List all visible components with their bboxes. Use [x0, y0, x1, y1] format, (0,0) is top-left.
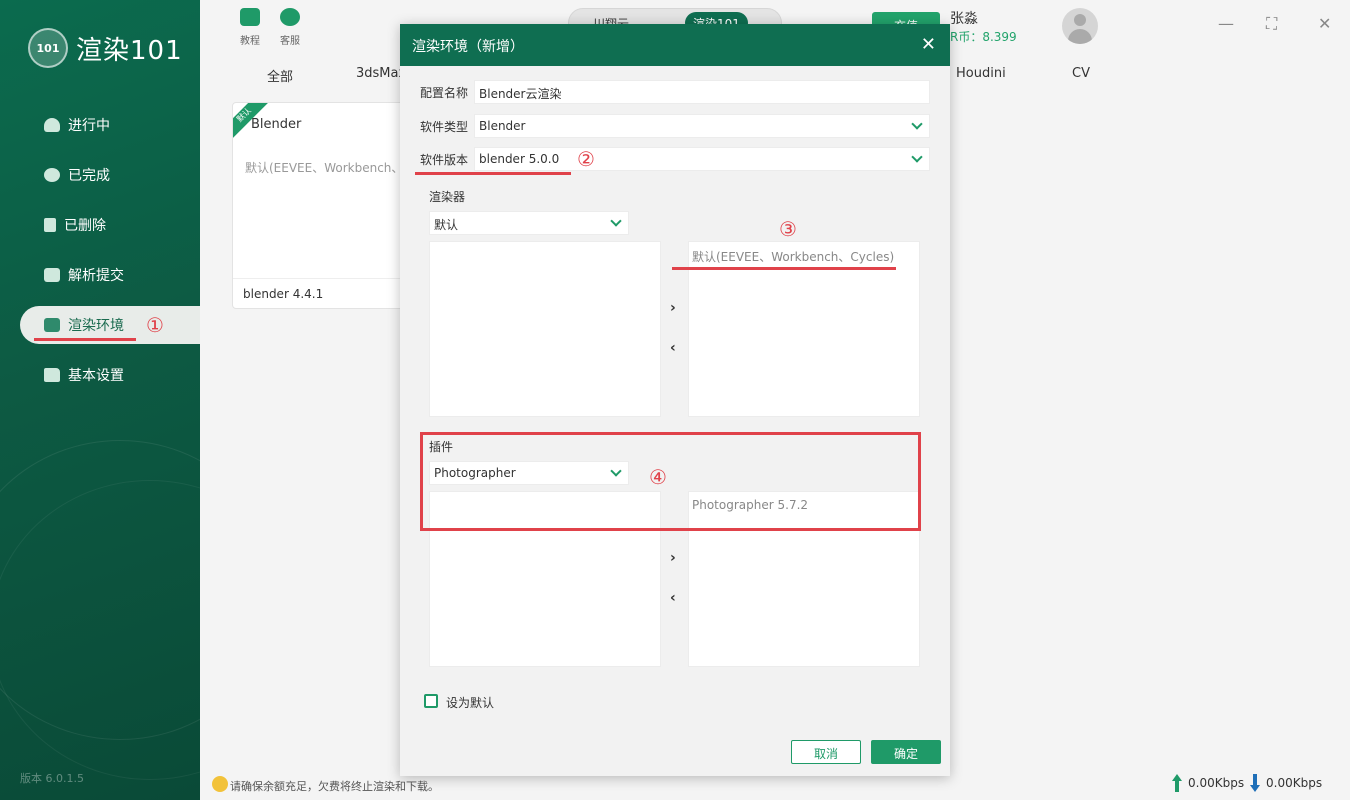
render-env-dialog: 渲染环境（新增） ✕ 配置名称 Blender云渲染 软件类型 Blender … — [400, 24, 950, 776]
sidebar-nav: 进行中 已完成 已删除 解析提交 渲染环境 基本设置 — [20, 106, 200, 406]
sidebar-item-label: 基本设置 — [68, 368, 124, 384]
sidebar-item-label: 已删除 — [64, 218, 106, 234]
sidebar-item-completed[interactable]: 已完成 — [20, 156, 200, 194]
annotation-underline — [415, 172, 571, 175]
card-title: Blender — [251, 117, 302, 132]
tool-label: 客服 — [280, 36, 300, 47]
card-version: blender 4.4.1 — [243, 287, 324, 301]
renderer-select[interactable]: 默认 — [429, 211, 629, 235]
logo-badge: 101 — [28, 28, 68, 68]
stack-icon — [44, 318, 60, 332]
renderer-available-list[interactable] — [429, 241, 661, 417]
renderer-move-left-button[interactable]: ‹ — [670, 340, 676, 356]
plugin-move-left-button[interactable]: ‹ — [670, 590, 676, 606]
annotation-marker-3: ③ — [779, 217, 797, 241]
app-logo: 101 渲染101 — [28, 28, 183, 68]
sidebar: 101 渲染101 进行中 已完成 已删除 解析提交 渲染环境 基本设置 版本 … — [0, 0, 200, 800]
chevron-down-icon — [911, 151, 923, 163]
plugin-move-right-button[interactable]: › — [670, 550, 676, 566]
upload-speed: 0.00Kbps — [1188, 776, 1245, 790]
annotation-marker-1: ① — [146, 313, 164, 337]
software-type-value: Blender — [479, 119, 526, 133]
camera-icon — [44, 268, 60, 282]
close-window-button[interactable]: ✕ — [1318, 14, 1331, 33]
annotation-marker-2: ② — [577, 147, 595, 171]
tab-3dsmax[interactable]: 3dsMax — [356, 66, 406, 81]
sidebar-item-label: 进行中 — [68, 118, 110, 134]
app-version: 版本 6.0.1.5 — [20, 772, 84, 785]
annotation-underline — [672, 267, 896, 270]
software-type-select[interactable]: Blender — [474, 114, 930, 138]
check-icon — [44, 168, 60, 182]
dialog-title: 渲染环境（新增） — [412, 39, 524, 55]
tab-all[interactable]: 全部 — [267, 66, 293, 85]
user-name: 张淼 — [950, 11, 978, 27]
card-desc: 默认(EEVEE、Workbench、Cycles) — [245, 161, 421, 175]
logo-text: 渲染101 — [76, 35, 183, 66]
set-default-label: 设为默认 — [446, 696, 495, 710]
download-speed: 0.00Kbps — [1266, 776, 1323, 790]
download-arrow-icon — [1250, 774, 1260, 792]
trash-icon — [44, 218, 56, 232]
annotation-marker-4: ④ — [649, 465, 667, 489]
cancel-button[interactable]: 取消 — [791, 740, 861, 764]
sidebar-item-parse-submit[interactable]: 解析提交 — [20, 256, 200, 294]
software-version-value: blender 5.0.0 — [479, 152, 560, 166]
folder-icon — [44, 368, 60, 382]
sidebar-item-deleted[interactable]: 已删除 — [20, 206, 200, 244]
config-name-input[interactable]: Blender云渲染 — [474, 80, 930, 104]
dialog-header: 渲染环境（新增） ✕ — [400, 24, 950, 66]
software-version-select[interactable]: blender 5.0.0 — [474, 147, 930, 171]
set-default-checkbox[interactable] — [424, 694, 438, 708]
card-footer: blender 4.4.1 — [233, 278, 421, 308]
config-name-label: 配置名称 — [420, 86, 469, 100]
sidebar-item-settings[interactable]: 基本设置 — [20, 356, 200, 394]
tab-cv[interactable]: CV — [1072, 66, 1090, 81]
tab-houdini[interactable]: Houdini — [956, 66, 1006, 81]
software-version-label: 软件版本 — [420, 153, 469, 167]
chevron-down-icon — [610, 215, 622, 227]
renderer-select-value: 默认 — [434, 218, 459, 232]
tool-label: 教程 — [240, 36, 260, 47]
list-item[interactable]: 默认(EEVEE、Workbench、Cycles) — [692, 248, 894, 265]
renderer-label: 渲染器 — [429, 190, 466, 204]
sidebar-item-label: 渲染环境 — [68, 318, 124, 334]
avatar[interactable] — [1062, 8, 1098, 44]
software-type-label: 软件类型 — [420, 120, 469, 134]
chevron-down-icon — [911, 118, 923, 130]
minimize-button[interactable]: — — [1218, 14, 1234, 33]
confirm-button[interactable]: 确定 — [871, 740, 941, 764]
env-card[interactable]: 默认 Blender 默认(EEVEE、Workbench、Cycles) bl… — [232, 102, 422, 309]
balance-notice: 请确保余额充足，欠费将终止渲染和下载。 — [230, 780, 439, 793]
upload-arrow-icon — [1172, 774, 1182, 792]
sidebar-item-label: 已完成 — [68, 168, 110, 184]
annotation-underline — [34, 338, 136, 341]
maximize-button[interactable]: ⛶ — [1266, 14, 1277, 34]
book-icon — [240, 8, 260, 26]
cloud-icon — [44, 118, 60, 132]
sidebar-item-label: 解析提交 — [68, 268, 124, 284]
warning-icon — [212, 776, 228, 792]
support-button[interactable]: 客服 — [275, 8, 305, 47]
user-coin-balance: R币：8.399 — [950, 30, 1017, 44]
chat-icon — [280, 8, 300, 26]
tutorial-button[interactable]: 教程 — [235, 8, 265, 47]
annotation-box — [420, 432, 921, 531]
renderer-move-right-button[interactable]: › — [670, 300, 676, 316]
close-icon[interactable]: ✕ — [921, 34, 936, 55]
sidebar-item-in-progress[interactable]: 进行中 — [20, 106, 200, 144]
